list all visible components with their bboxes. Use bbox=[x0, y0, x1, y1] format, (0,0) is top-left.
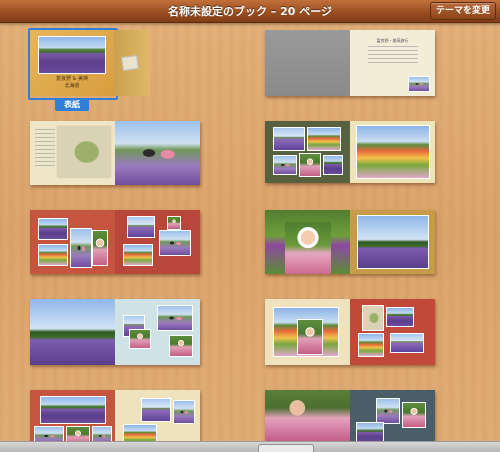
blue-collage-page bbox=[115, 299, 200, 365]
red-photo-2 bbox=[70, 228, 92, 268]
flower-photo bbox=[356, 125, 430, 179]
row5-photo-7 bbox=[123, 424, 157, 441]
red-photo-3 bbox=[92, 230, 108, 266]
poppy-page bbox=[265, 210, 350, 274]
row5b-photo-3 bbox=[402, 402, 426, 428]
row5b-right-page bbox=[350, 390, 435, 441]
spread-right-page: 富良野・美瑛旅行 bbox=[350, 30, 435, 96]
beige-page bbox=[265, 299, 350, 365]
red-photo-4 bbox=[38, 244, 68, 266]
spread-pages-13-14[interactable] bbox=[265, 299, 435, 365]
spread-pages-15-16[interactable] bbox=[30, 390, 200, 441]
red-page-photo-1 bbox=[362, 305, 384, 331]
spread-pages-7-8[interactable] bbox=[30, 210, 200, 274]
text-page-body bbox=[368, 46, 418, 66]
change-theme-button[interactable]: テーマを変更 bbox=[429, 2, 496, 20]
spread-pages-3-4[interactable] bbox=[30, 121, 200, 185]
blue-photo-4 bbox=[169, 335, 193, 357]
cover-front: 富良野 & 美瑛 北海道 bbox=[30, 30, 114, 96]
cover-subtitle: 北海道 bbox=[64, 83, 80, 89]
cover-back-sticker bbox=[121, 54, 139, 72]
collage-photo-5 bbox=[323, 155, 343, 175]
lavender-full-page bbox=[30, 299, 115, 365]
field-page bbox=[115, 121, 200, 185]
blue-photo-3 bbox=[129, 329, 151, 349]
book-cover[interactable]: 富良野 & 美瑛 北海道 bbox=[28, 28, 150, 100]
row5-photo-2 bbox=[34, 426, 64, 441]
map-photo bbox=[56, 125, 112, 179]
collage-photo-4 bbox=[299, 153, 321, 177]
row5-right-page bbox=[115, 390, 200, 441]
collage-photo-2 bbox=[307, 127, 341, 151]
row5-photo-1 bbox=[40, 396, 106, 424]
red-page-photo-3 bbox=[358, 333, 384, 357]
lavender-full-photo bbox=[30, 299, 115, 365]
window-titlebar: 名称未設定のブック – 20 ページ テーマを変更 bbox=[0, 0, 500, 23]
red-photo-8 bbox=[167, 216, 181, 230]
red-photo-7 bbox=[123, 244, 153, 266]
spread-pages-11-12[interactable] bbox=[30, 299, 200, 365]
row5-photo-6 bbox=[173, 400, 195, 424]
red-photo-5 bbox=[127, 216, 155, 238]
text-page-photo bbox=[408, 76, 430, 92]
map-page-text bbox=[35, 129, 55, 169]
red-page-photo-4 bbox=[390, 333, 424, 353]
row5b-photo-2 bbox=[376, 398, 400, 424]
spread-pages-17-18[interactable] bbox=[265, 390, 435, 441]
cover-title: 富良野 & 美瑛 bbox=[55, 76, 89, 82]
beige-photo-2 bbox=[297, 319, 323, 355]
bottom-toolbar bbox=[0, 441, 500, 452]
cover-back bbox=[114, 30, 150, 96]
spread-left-page bbox=[265, 30, 350, 96]
spread-pages-9-10[interactable] bbox=[265, 210, 435, 274]
field-photo bbox=[115, 121, 200, 185]
flower-page bbox=[350, 121, 435, 183]
collage-page bbox=[265, 121, 350, 183]
window-title: 名称未設定のブック – 20 ページ bbox=[167, 5, 333, 18]
spread-pages-5-6[interactable] bbox=[265, 121, 435, 183]
red-collage-left bbox=[30, 210, 115, 274]
spread-pages-1-2[interactable]: 富良野・美瑛旅行 bbox=[265, 30, 435, 96]
collage-photo-3 bbox=[273, 155, 297, 175]
row5b-left-page bbox=[265, 390, 350, 441]
cover-label-badge[interactable]: 表紙 bbox=[55, 99, 89, 111]
row5b-photo-1 bbox=[265, 390, 350, 441]
row5-left-page bbox=[30, 390, 115, 441]
map-page bbox=[30, 121, 115, 185]
red-photo-1 bbox=[38, 218, 68, 240]
red-photo-page bbox=[350, 299, 435, 365]
blue-photo-2 bbox=[157, 305, 193, 331]
collage-photo-1 bbox=[273, 127, 305, 151]
row5b-photo-4 bbox=[356, 422, 384, 441]
cover-photo bbox=[38, 36, 106, 74]
red-page-photo-2 bbox=[386, 307, 414, 327]
row5-photo-5 bbox=[141, 398, 171, 422]
red-photo-6 bbox=[159, 230, 191, 256]
lavender-frame-page bbox=[350, 210, 435, 274]
text-page-title: 富良野・美瑛旅行 bbox=[376, 38, 409, 43]
row5-photo-4 bbox=[92, 426, 112, 441]
red-collage-right bbox=[115, 210, 200, 274]
portrait-photo bbox=[285, 222, 331, 274]
row5-photo-3 bbox=[66, 426, 90, 441]
lavender-frame-photo bbox=[357, 215, 429, 269]
